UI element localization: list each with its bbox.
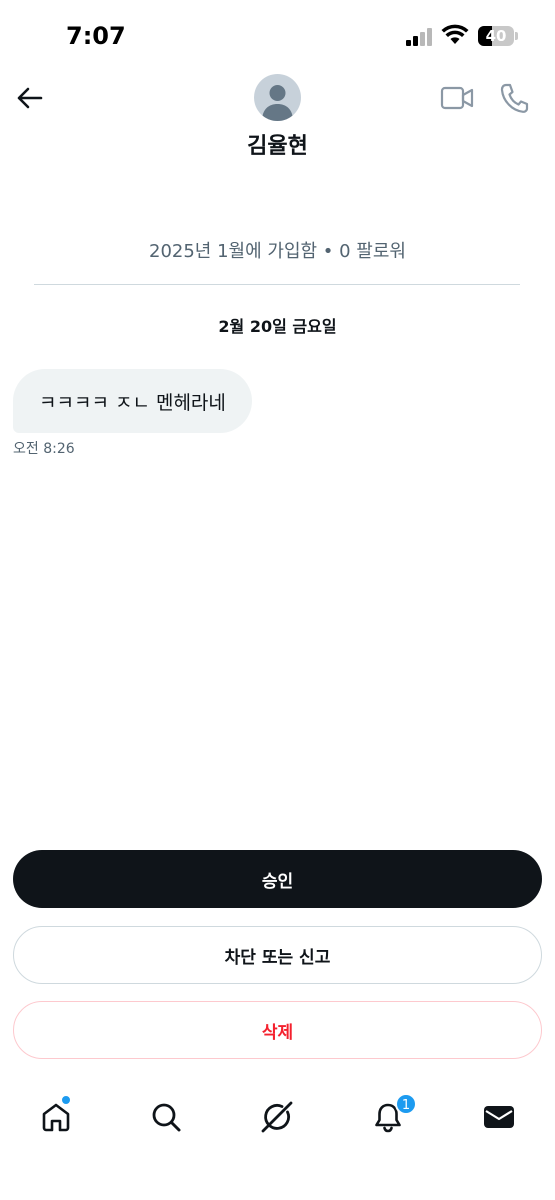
default-avatar-icon xyxy=(262,85,293,121)
status-time: 7:07 xyxy=(66,22,126,50)
divider xyxy=(34,284,520,285)
message-timestamp: 오전 8:26 xyxy=(13,441,75,457)
message-bubble[interactable]: ㅋㅋㅋㅋ ㅈㄴ 멘헤라네 xyxy=(13,369,252,433)
battery-body: 40 xyxy=(478,26,514,46)
phone-icon xyxy=(500,83,529,113)
message-text: ㅋㅋㅋㅋ ㅈㄴ 멘헤라네 xyxy=(39,391,226,414)
status-bar: 7:07 40 xyxy=(0,0,555,70)
battery-tip xyxy=(515,32,518,40)
delete-button[interactable]: 삭제 xyxy=(13,1001,542,1059)
wifi-icon xyxy=(441,24,469,44)
back-button[interactable] xyxy=(12,82,46,114)
home-unread-dot xyxy=(61,1095,71,1105)
bottom-navigation: 1 xyxy=(0,1085,555,1145)
cellular-signal-icon xyxy=(406,28,432,46)
profile-name[interactable]: 김율현 xyxy=(0,128,555,160)
notification-badge: 1 xyxy=(395,1093,417,1115)
video-call-button[interactable] xyxy=(440,84,474,112)
video-camera-icon xyxy=(440,86,474,110)
nav-search[interactable] xyxy=(146,1097,186,1137)
join-info: 2025년 1월에 가입함 • 0 팔로워 xyxy=(149,241,406,262)
grok-icon xyxy=(261,1101,293,1133)
avatar[interactable] xyxy=(254,74,301,121)
nav-messages[interactable] xyxy=(479,1097,519,1137)
date-separator: 2월 20일 금요일 xyxy=(218,317,337,336)
search-icon xyxy=(152,1103,181,1132)
battery-indicator: 40 xyxy=(478,26,518,46)
mail-icon xyxy=(484,1106,514,1128)
accept-button[interactable]: 승인 xyxy=(13,850,542,908)
battery-percentage: 40 xyxy=(485,27,507,45)
home-icon xyxy=(42,1103,70,1132)
block-or-report-button[interactable]: 차단 또는 신고 xyxy=(13,926,542,984)
arrow-left-icon xyxy=(17,87,43,109)
nav-grok[interactable] xyxy=(257,1097,297,1137)
voice-call-button[interactable] xyxy=(499,82,529,114)
